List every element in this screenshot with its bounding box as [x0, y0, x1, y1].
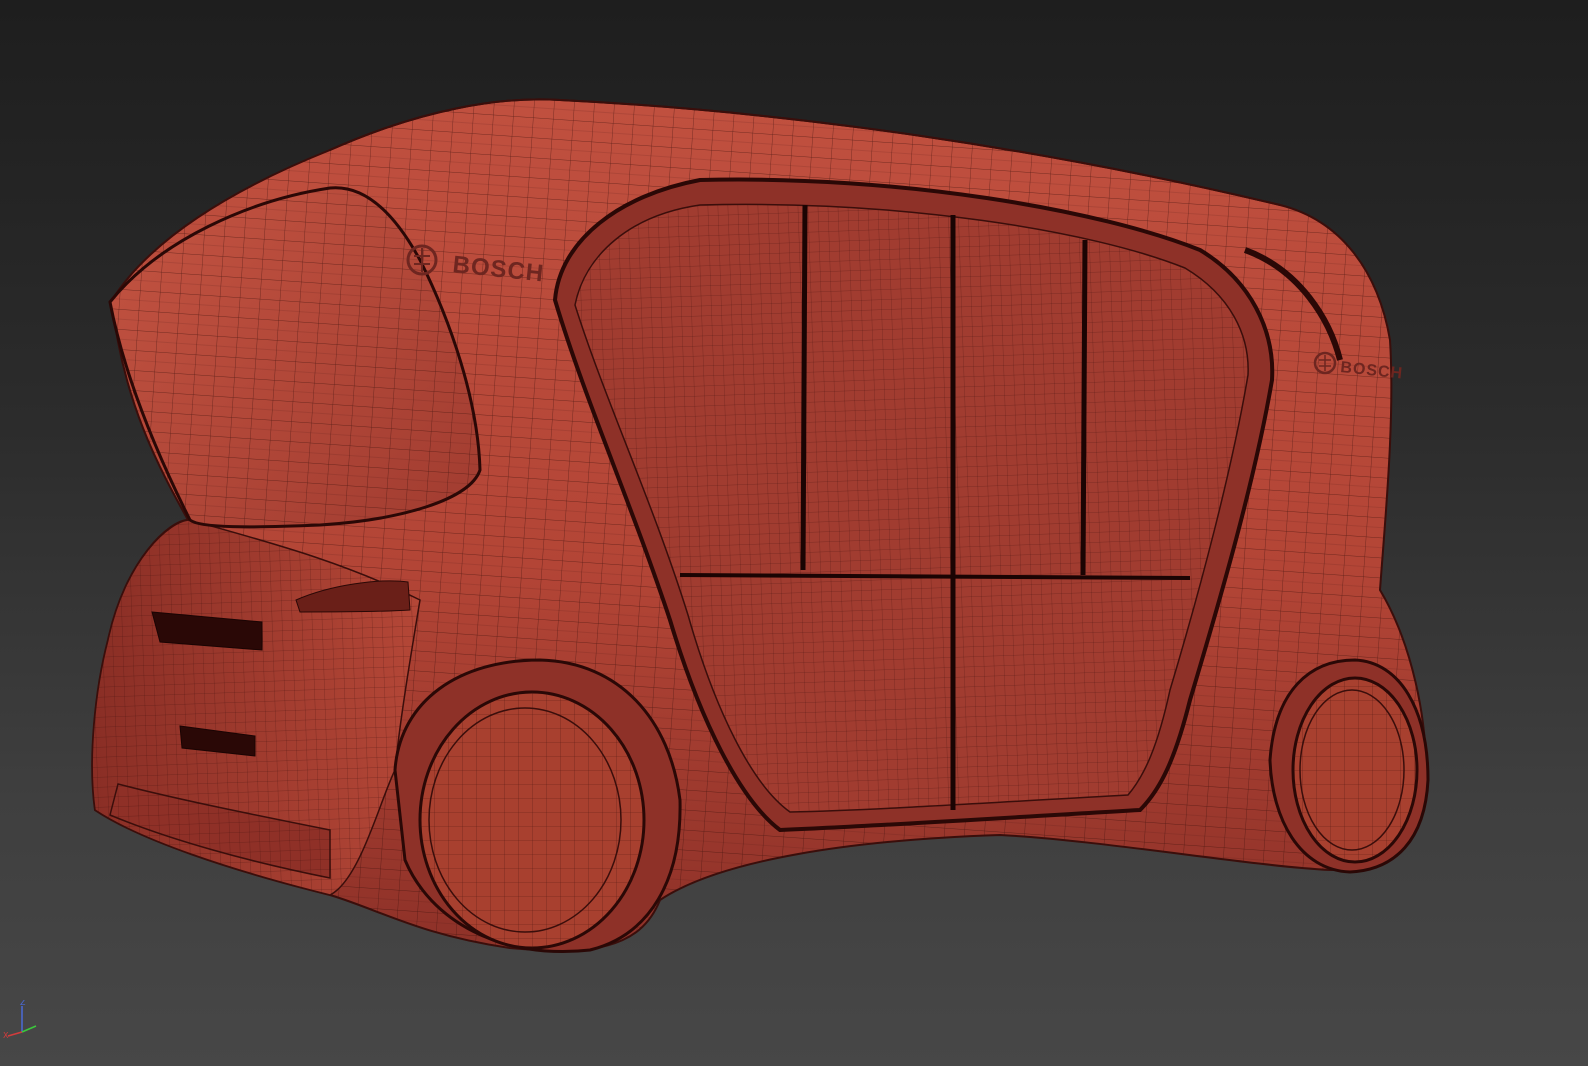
- x-axis-line: [7, 1031, 23, 1037]
- axis-tripod-icon: Z X: [3, 1000, 37, 1040]
- 3d-viewport[interactable]: BOSCH BOSCH Z X: [0, 0, 1588, 1066]
- door-divider-3: [1080, 239, 1088, 576]
- vehicle-wireframe-render[interactable]: BOSCH BOSCH: [0, 0, 1588, 1066]
- wheel-rear: [1268, 658, 1430, 874]
- door-divider-1: [800, 204, 808, 571]
- axis-z-label: Z: [20, 1000, 26, 1007]
- wheel-front: [393, 658, 682, 953]
- y-axis-line: [21, 1025, 37, 1033]
- axis-x-label: X: [3, 1031, 9, 1040]
